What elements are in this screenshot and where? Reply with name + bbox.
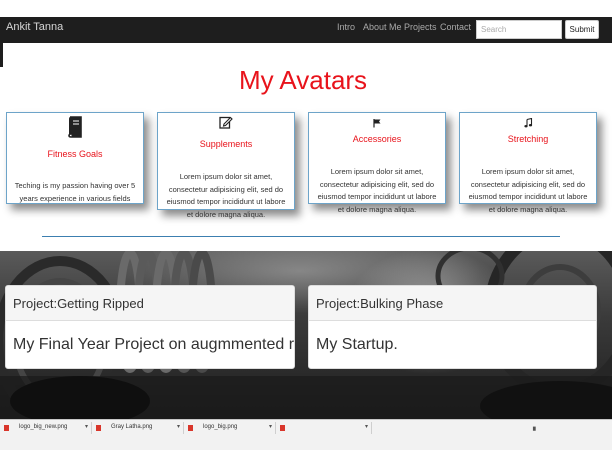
- project-description: My Startup.: [316, 336, 398, 353]
- chevron-down-icon[interactable]: ▾: [365, 423, 368, 430]
- card-text: Teching is my passion having over 5 year…: [14, 181, 136, 203]
- nav-link-about-me[interactable]: About Me: [363, 22, 402, 32]
- navbar: Ankit Tanna Intro About Me Projects Cont…: [0, 17, 612, 43]
- search-input[interactable]: [476, 20, 562, 39]
- card-title: Fitness Goals: [47, 149, 103, 159]
- project-heading: Project:Getting Ripped: [6, 286, 294, 321]
- card-supplements: Supplements Lorem ipsum dolor sit amet, …: [157, 112, 295, 219]
- card-title: Accessories: [352, 134, 402, 144]
- file-icon: [4, 425, 9, 431]
- file-icon: [96, 425, 101, 431]
- chevron-down-icon[interactable]: ▾: [177, 423, 180, 430]
- downloads-more-icon[interactable]: ▘: [533, 427, 538, 435]
- brand-link[interactable]: Ankit Tanna: [6, 21, 63, 33]
- download-item[interactable]: Gray Latha.png ▾: [94, 422, 184, 434]
- book-icon: [7, 116, 143, 143]
- card-accessories: Accessories Lorem ipsum dolor sit amet, …: [308, 112, 446, 214]
- download-item[interactable]: ▾: [278, 422, 372, 434]
- file-icon: [188, 425, 193, 431]
- project-panel-getting-ripped: Project:Getting Ripped My Final Year Pro…: [5, 285, 295, 369]
- project-heading: Project:Bulking Phase: [309, 286, 596, 321]
- download-filename: Gray Latha.png: [111, 424, 153, 430]
- file-icon: [280, 425, 285, 431]
- card-fitness-goals: Fitness Goals Teching is my passion havi…: [6, 112, 144, 204]
- download-item[interactable]: logo_big_new.png ▾: [2, 422, 92, 434]
- card-stretching: Stretching Lorem ipsum dolor sit amet, c…: [459, 112, 597, 214]
- submit-button[interactable]: Submit: [565, 20, 599, 39]
- navbar-edge: [0, 43, 3, 67]
- nav-link-projects[interactable]: Projects: [404, 22, 437, 32]
- page-title: My Avatars: [238, 65, 368, 95]
- chevron-down-icon[interactable]: ▾: [269, 423, 272, 430]
- download-filename: logo_big.png: [203, 424, 238, 430]
- nav-link-intro[interactable]: Intro: [337, 22, 355, 32]
- music-icon: [460, 115, 596, 133]
- section-divider: [42, 236, 560, 237]
- downloads-bar: logo_big_new.png ▾ Gray Latha.png ▾ logo…: [0, 419, 612, 450]
- project-description: My Final Year Project on augmmented real…: [13, 336, 295, 353]
- card-text: Lorem ipsum dolor sit amet, consectetur …: [166, 172, 286, 219]
- download-item[interactable]: logo_big.png ▾: [186, 422, 276, 434]
- card-title: Stretching: [507, 134, 549, 144]
- card-text: Lorem ipsum dolor sit amet, consectetur …: [317, 167, 437, 214]
- chevron-down-icon[interactable]: ▾: [85, 423, 88, 430]
- edit-icon: [158, 115, 294, 134]
- project-panel-bulking-phase: Project:Bulking Phase My Startup.: [308, 285, 597, 369]
- download-filename: logo_big_new.png: [19, 424, 68, 430]
- card-text: Lorem ipsum dolor sit amet, consectetur …: [468, 167, 588, 214]
- card-title: Supplements: [199, 139, 253, 149]
- nav-link-contact[interactable]: Contact: [440, 22, 471, 32]
- flag-icon: [309, 115, 445, 133]
